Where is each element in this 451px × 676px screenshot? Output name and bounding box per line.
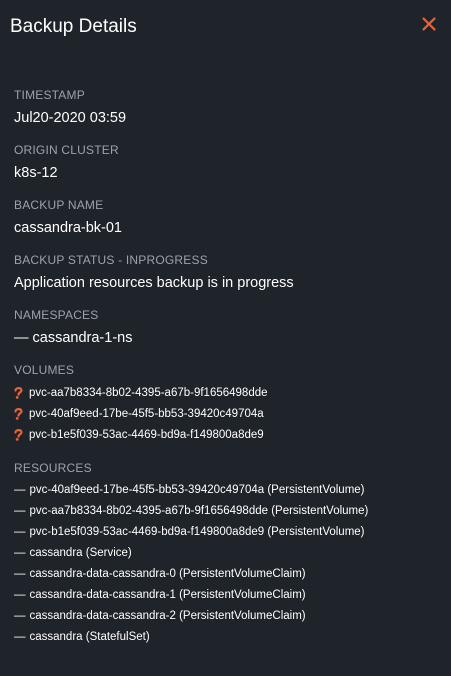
backup-name-value: cassandra-bk-01 [14,220,122,236]
resource-item: — cassandra-data-cassandra-1 (PersistentV… [14,585,441,606]
resource-item: — cassandra (Service) [14,543,441,564]
resource-name: cassandra-data-cassandra-0 (PersistentVo… [29,568,306,580]
resource-name: pvc-b1e5f039-53ac-4469-bd9a-f149800a8de9… [29,526,365,538]
namespace-item: — cassandra-1-ns [14,330,133,346]
resource-name: pvc-aa7b8334-8b02-4395-a67b-9f1656498dde… [29,505,369,517]
namespaces-label: NAMESPACES [14,308,99,322]
portworx-volume-icon [14,407,23,420]
timestamp-section: TIMESTAMP Jul20-2020 03:59 [14,87,441,128]
dash-icon: — [14,526,26,538]
dash-icon: — [14,631,26,643]
timestamp-label: TIMESTAMP [14,88,85,102]
volume-name: pvc-40af9eed-17be-45f5-bb53-39420c49704a [29,407,264,420]
details-content: TIMESTAMP Jul20-2020 03:59 ORIGIN CLUSTE… [14,87,441,648]
resources-section: RESOURCES — pvc-40af9eed-17be-45f5-bb53-3… [14,460,441,648]
backup-status-value: Application resources backup is in progr… [14,275,294,291]
backup-name-label: BACKUP NAME [14,198,104,212]
resource-item: — cassandra-data-cassandra-0 (PersistentV… [14,564,441,585]
backup-status-section: BACKUP STATUS - INPROGRESS Application r… [14,252,441,293]
volumes-list: pvc-aa7b8334-8b02-4395-a67b-9f1656498dde… [14,382,441,445]
panel-title: Backup Details [10,16,137,37]
volume-item: pvc-40af9eed-17be-45f5-bb53-39420c49704a [14,403,441,424]
resource-item: — pvc-40af9eed-17be-45f5-bb53-39420c49704… [14,480,441,501]
timestamp-value: Jul20-2020 03:59 [14,110,127,126]
volume-name: pvc-b1e5f039-53ac-4469-bd9a-f149800a8de9 [29,428,264,441]
backup-status-label: BACKUP STATUS - INPROGRESS [14,253,208,267]
volumes-label: VOLUMES [14,363,75,377]
resource-item: — cassandra (StatefulSet) [14,627,441,648]
dash-icon: — [14,547,26,559]
resource-name: cassandra-data-cassandra-1 (PersistentVo… [29,589,306,601]
dash-icon: — [14,484,26,496]
volume-item: pvc-b1e5f039-53ac-4469-bd9a-f149800a8de9 [14,424,441,445]
backup-details-panel: Backup Details TIMESTAMP Jul20-2020 03:5… [0,0,451,676]
resources-label: RESOURCES [14,461,92,475]
origin-cluster-section: ORIGIN CLUSTER k8s-12 [14,142,441,183]
dash-icon: — [14,505,26,517]
resource-name: cassandra (StatefulSet) [29,631,150,643]
portworx-volume-icon [14,386,23,399]
close-icon[interactable] [421,16,437,32]
origin-cluster-value: k8s-12 [14,165,58,181]
dash-icon: — [14,610,26,622]
dash-icon: — [14,568,26,580]
volumes-section: VOLUMES pvc-aa7b8334-8b02-4395-a67b-9f16… [14,362,441,445]
resource-name: cassandra (Service) [29,547,132,559]
resources-list: — pvc-40af9eed-17be-45f5-bb53-39420c49704… [14,480,441,648]
volume-item: pvc-aa7b8334-8b02-4395-a67b-9f1656498dde [14,382,441,403]
namespaces-section: NAMESPACES — cassandra-1-ns [14,307,441,348]
resource-item: — pvc-aa7b8334-8b02-4395-a67b-9f1656498dd… [14,501,441,522]
resource-item: — pvc-b1e5f039-53ac-4469-bd9a-f149800a8de… [14,522,441,543]
origin-cluster-label: ORIGIN CLUSTER [14,143,119,157]
dash-icon: — [14,589,26,601]
resource-item: — cassandra-data-cassandra-2 (PersistentV… [14,606,441,627]
portworx-volume-icon [14,428,23,441]
resource-name: cassandra-data-cassandra-2 (PersistentVo… [29,610,306,622]
volume-name: pvc-aa7b8334-8b02-4395-a67b-9f1656498dde [29,386,268,399]
resource-name: pvc-40af9eed-17be-45f5-bb53-39420c49704a… [29,484,365,496]
backup-name-section: BACKUP NAME cassandra-bk-01 [14,197,441,238]
